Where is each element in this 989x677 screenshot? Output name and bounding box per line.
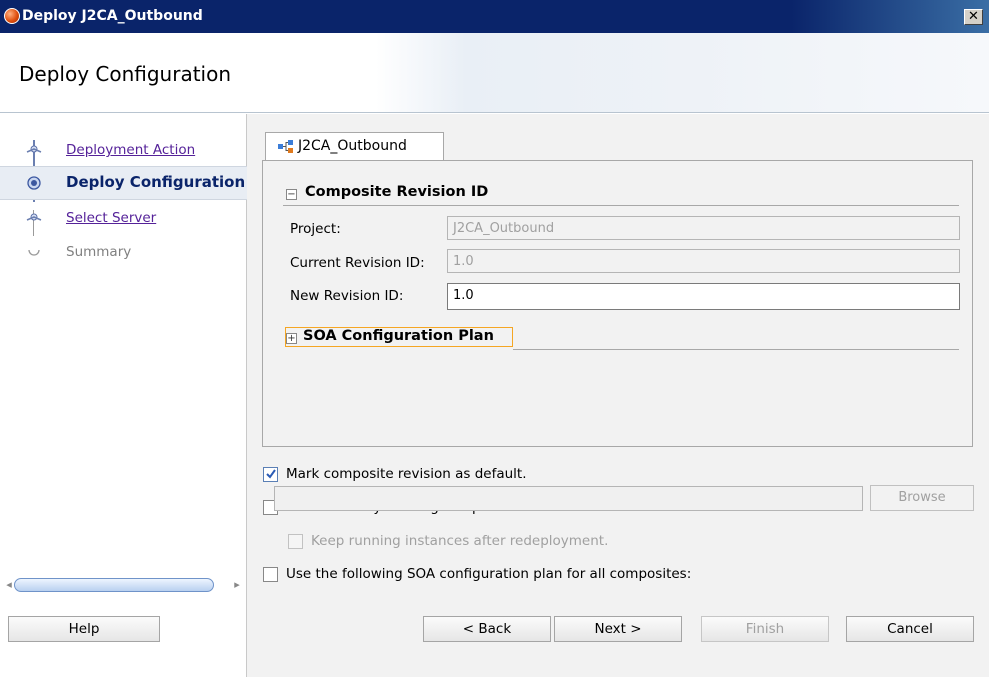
step-navigator: Deployment Action Deploy Configuration S… (0, 114, 247, 677)
mark-default-checkbox[interactable] (263, 467, 278, 482)
step-label: Deploy Configuration (66, 173, 246, 191)
current-revision-label: Current Revision ID: (290, 255, 425, 271)
project-label: Project: (290, 221, 341, 237)
step-summary: Summary (0, 236, 247, 270)
section-heading-composite-revision: Composite Revision ID (305, 184, 489, 200)
step-deploy-configuration[interactable]: Deploy Configuration (0, 166, 247, 200)
keep-running-checkbox (288, 534, 303, 549)
plan-path-input (274, 486, 863, 511)
cancel-button[interactable]: Cancel (846, 616, 974, 642)
step-deployment-action[interactable]: Deployment Action (0, 134, 247, 168)
step-select-server[interactable]: Select Server (0, 202, 247, 236)
wizard-body: Deployment Action Deploy Configuration S… (0, 114, 989, 677)
section-divider (283, 205, 959, 206)
step-pending-icon (28, 249, 40, 256)
step-current-icon (27, 176, 41, 190)
title-bar: Deploy J2CA_Outbound ✕ (0, 0, 989, 33)
step-label: Deployment Action (66, 142, 196, 158)
tab-j2ca-outbound[interactable]: J2CA_Outbound (265, 132, 444, 161)
app-icon (4, 8, 20, 24)
keep-running-label: Keep running instances after redeploymen… (311, 533, 609, 549)
browse-button: Browse (870, 485, 974, 511)
collapse-toggle-icon[interactable]: − (286, 189, 297, 200)
composite-icon (278, 140, 293, 153)
back-button[interactable]: < Back (423, 616, 551, 642)
help-button[interactable]: Help (8, 616, 160, 642)
step-done-icon (26, 145, 42, 153)
horizontal-scrollbar[interactable]: ◂ ▸ (4, 576, 242, 594)
close-button[interactable]: ✕ (964, 9, 983, 25)
step-label: Select Server (66, 210, 157, 226)
tab-panel: − Composite Revision ID Project: J2CA_Ou… (262, 160, 973, 447)
step-done-icon (26, 213, 42, 221)
finish-button: Finish (701, 616, 829, 642)
checkmark-icon (266, 469, 276, 479)
page-title: Deploy Configuration (19, 62, 232, 86)
project-field: J2CA_Outbound (447, 216, 960, 240)
scrollbar-thumb[interactable] (14, 578, 214, 592)
next-button[interactable]: Next > (554, 616, 682, 642)
scroll-left-arrow-icon[interactable]: ◂ (4, 577, 14, 593)
section-divider (513, 349, 959, 350)
section-heading-soa-plan[interactable]: SOA Configuration Plan (303, 328, 494, 344)
new-revision-label: New Revision ID: (290, 288, 404, 304)
mark-default-label: Mark composite revision as default. (286, 466, 527, 482)
expand-toggle-icon[interactable]: + (286, 333, 297, 344)
scroll-right-arrow-icon[interactable]: ▸ (232, 577, 242, 593)
window-title: Deploy J2CA_Outbound (22, 8, 203, 24)
use-plan-label: Use the following SOA configuration plan… (286, 566, 692, 582)
use-plan-checkbox[interactable] (263, 567, 278, 582)
new-revision-input[interactable]: 1.0 (447, 283, 960, 310)
tab-label: J2CA_Outbound (298, 138, 407, 154)
step-label: Summary (66, 244, 132, 260)
wizard-header: Deploy Configuration (0, 33, 989, 113)
current-revision-field: 1.0 (447, 249, 960, 273)
